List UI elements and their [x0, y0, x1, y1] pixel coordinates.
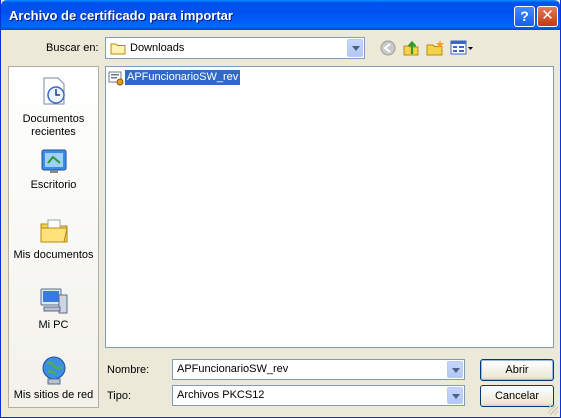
network-places-icon — [42, 356, 66, 385]
place-my-network[interactable]: Mis sitios de red — [9, 353, 98, 405]
place-my-documents[interactable]: Mis documentos — [9, 213, 98, 265]
up-folder-icon — [403, 40, 419, 56]
open-button[interactable]: Abrir — [480, 359, 554, 381]
look-in-dropdown-arrow[interactable] — [347, 39, 363, 57]
place-label: Mis documentos — [13, 249, 94, 261]
title-bar[interactable]: Archivo de certificado para importar ? ✕ — [1, 0, 560, 30]
new-folder-button[interactable] — [425, 38, 445, 58]
file-type-value: Archivos PKCS12 — [177, 389, 265, 401]
look-in-combobox[interactable]: Downloads — [105, 37, 365, 59]
view-menu-icon — [450, 40, 473, 55]
file-name-combobox[interactable]: APFuncionarioSW_rev — [172, 359, 465, 380]
folder-icon — [110, 43, 126, 55]
desktop-icon — [41, 149, 67, 173]
place-label: Documentos recientes — [22, 113, 85, 138]
file-name: APFuncionarioSW_rev — [125, 70, 241, 85]
close-button[interactable]: ✕ — [537, 6, 558, 27]
place-recent-documents[interactable]: Documentos recientes — [9, 73, 98, 138]
file-type-label: Tipo: — [107, 390, 132, 402]
open-file-dialog: Archivo de certificado para importar ? ✕… — [0, 0, 561, 418]
my-computer-icon — [40, 288, 68, 314]
place-label: Mis sitios de red — [13, 389, 94, 401]
place-desktop[interactable]: Escritorio — [9, 143, 98, 195]
certificate-file-icon — [108, 71, 124, 86]
file-type-dropdown-arrow[interactable] — [447, 387, 463, 404]
file-name-dropdown-arrow[interactable] — [447, 361, 463, 378]
places-bar: Documentos recientes Escritorio Mis docu… — [8, 66, 99, 408]
file-name-value[interactable]: APFuncionarioSW_rev — [177, 363, 288, 375]
help-icon: ? — [520, 8, 529, 24]
window-title: Archivo de certificado para importar — [9, 8, 233, 23]
close-icon: ✕ — [541, 7, 554, 24]
back-arrow-icon — [380, 40, 396, 56]
back-button[interactable] — [378, 38, 398, 58]
resize-grip[interactable] — [548, 405, 558, 415]
my-documents-folder-icon — [40, 219, 68, 243]
place-label: Mi PC — [38, 319, 69, 331]
look-in-value: Downloads — [130, 42, 185, 54]
help-button[interactable]: ? — [514, 6, 535, 27]
file-name-label: Nombre: — [107, 364, 150, 376]
file-type-combobox[interactable]: Archivos PKCS12 — [172, 385, 465, 406]
recent-documents-icon — [43, 77, 65, 105]
new-folder-icon — [426, 40, 444, 56]
place-label: Escritorio — [30, 179, 77, 191]
view-menu-button[interactable] — [449, 38, 475, 58]
file-list[interactable]: APFuncionarioSW_rev — [105, 66, 554, 348]
place-my-computer[interactable]: Mi PC — [9, 283, 98, 335]
up-folder-button[interactable] — [401, 38, 421, 58]
cancel-button[interactable]: Cancelar — [480, 385, 554, 407]
look-in-label: Buscar en: — [46, 42, 99, 54]
